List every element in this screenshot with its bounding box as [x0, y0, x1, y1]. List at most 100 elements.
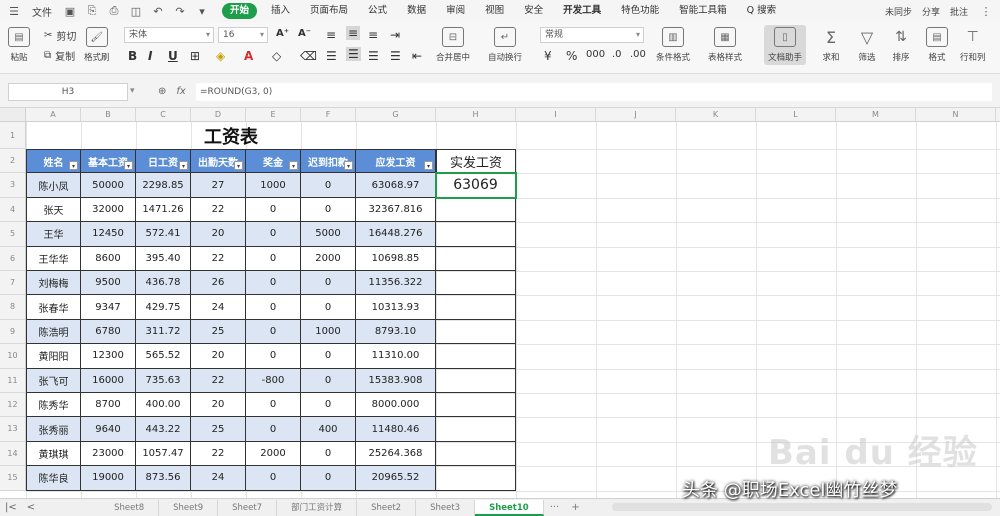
table-cell[interactable]: 12450	[81, 222, 136, 247]
table-cell[interactable]: 0	[301, 271, 356, 296]
table-cell[interactable]: 735.63	[136, 368, 191, 393]
align-bottom-icon[interactable]: ≡	[368, 28, 378, 42]
comments-button[interactable]: 批注	[950, 5, 968, 18]
table-cell[interactable]: 2298.85	[136, 173, 191, 198]
table-cell[interactable]: 0	[301, 368, 356, 393]
font-name-select[interactable]: 宋体	[124, 27, 214, 43]
tab-5[interactable]: 审阅	[436, 0, 475, 22]
table-cell[interactable]: 1000	[246, 173, 301, 198]
tab-2[interactable]: 页面布局	[300, 0, 358, 22]
column-header[interactable]: I	[516, 108, 596, 122]
table-cell[interactable]: 873.56	[136, 466, 191, 491]
table-cell[interactable]: 8600	[81, 246, 136, 271]
cut-button[interactable]: ✂ 剪切	[44, 28, 76, 43]
row-header[interactable]: 5	[0, 222, 26, 247]
decrease-font-icon[interactable]: A⁻	[298, 28, 311, 39]
row-header[interactable]: 11	[0, 368, 26, 393]
table-cell[interactable]: 400	[301, 417, 356, 442]
sheet-tab-0[interactable]: Sheet8	[100, 499, 160, 516]
table-cell[interactable]: 陈小凤	[26, 173, 81, 198]
sheet-tab-4[interactable]: Sheet2	[357, 499, 417, 516]
table-cell[interactable]: 刘梅梅	[26, 271, 81, 296]
sheet-tab-6[interactable]: Sheet10	[475, 499, 544, 516]
net-pay-cell[interactable]	[436, 271, 516, 296]
table-cell[interactable]: 0	[246, 466, 301, 491]
row-header[interactable]: 9	[0, 319, 26, 345]
more-icon[interactable]: ⋮	[978, 3, 994, 19]
net-pay-cell[interactable]	[436, 441, 516, 467]
table-cell[interactable]: 32000	[81, 197, 136, 223]
table-cell[interactable]: 32367.816	[356, 197, 436, 223]
net-pay-cell[interactable]	[436, 368, 516, 393]
export-icon[interactable]: ⎘	[84, 3, 100, 19]
column-header[interactable]: N	[916, 108, 996, 122]
preview-icon[interactable]: ◫	[128, 3, 144, 19]
filter-dropdown-icon[interactable]: ▾	[179, 161, 188, 171]
table-cell[interactable]: 1057.47	[136, 441, 191, 467]
table-cell[interactable]: 19000	[81, 466, 136, 491]
currency-icon[interactable]: ¥	[544, 49, 552, 63]
undo-icon[interactable]: ↶	[150, 3, 166, 19]
align-top-icon[interactable]: ≡	[326, 28, 336, 42]
table-cell[interactable]: 436.78	[136, 271, 191, 296]
table-cell[interactable]: 9500	[81, 271, 136, 296]
prev-sheet-icon[interactable]: <	[22, 502, 40, 513]
sheet-tab-1[interactable]: Sheet9	[159, 499, 219, 516]
row-header[interactable]: 13	[0, 417, 26, 442]
outdent-icon[interactable]: ⇤	[412, 49, 422, 63]
table-cell[interactable]: 张春华	[26, 295, 81, 320]
sheet-tab-2[interactable]: Sheet7	[218, 499, 278, 516]
table-cell[interactable]: -800	[246, 368, 301, 393]
table-cell[interactable]: 9347	[81, 295, 136, 320]
save-icon[interactable]: ▣	[62, 3, 78, 19]
row-header[interactable]: 7	[0, 271, 26, 296]
print-icon[interactable]: ⎙	[106, 3, 122, 19]
table-cell[interactable]: 23000	[81, 441, 136, 467]
row-header[interactable]: 8	[0, 295, 26, 320]
sort-button[interactable]: ⇅ 排序	[890, 27, 912, 63]
filter-dropdown-icon[interactable]: ▾	[124, 161, 133, 171]
row-header[interactable]: 15	[0, 466, 26, 491]
table-cell[interactable]: 15383.908	[356, 368, 436, 393]
add-sheet-icon[interactable]: +	[565, 502, 585, 513]
wrap-text-button[interactable]: ↵ 自动换行	[488, 27, 522, 63]
table-cell[interactable]: 1471.26	[136, 197, 191, 223]
filter-dropdown-icon[interactable]: ▾	[69, 161, 78, 171]
table-cell[interactable]: 0	[301, 197, 356, 223]
table-cell[interactable]: 10698.85	[356, 246, 436, 271]
table-cell[interactable]: 22	[191, 197, 246, 223]
table-cell[interactable]: 0	[246, 295, 301, 320]
table-cell[interactable]: 张天	[26, 197, 81, 223]
net-pay-cell[interactable]	[436, 295, 516, 320]
chevron-down-icon[interactable]: ▾	[130, 86, 135, 96]
table-cell[interactable]: 24	[191, 466, 246, 491]
align-left-icon[interactable]: ☰	[326, 49, 337, 63]
table-cell[interactable]: 443.22	[136, 417, 191, 442]
clear-format-icon[interactable]: ◇	[272, 49, 281, 63]
align-center-icon[interactable]: ☰	[346, 47, 361, 61]
table-cell[interactable]: 0	[246, 319, 301, 345]
column-header[interactable]: H	[436, 108, 516, 122]
table-cell[interactable]: 陈浩明	[26, 319, 81, 345]
tab-8[interactable]: 开发工具	[553, 0, 611, 22]
column-header[interactable]: O	[996, 108, 1000, 122]
fx-icon[interactable]: fx	[176, 86, 185, 97]
table-cell[interactable]: 50000	[81, 173, 136, 198]
table-style-button[interactable]: ▦ 表格样式	[708, 27, 742, 63]
indent-icon[interactable]: ⇥	[390, 28, 400, 42]
conditional-format-button[interactable]: ▥ 条件格式	[656, 27, 690, 63]
more-sheets-icon[interactable]: ···	[544, 502, 566, 513]
net-pay-cell[interactable]	[436, 197, 516, 223]
row-header[interactable]: 6	[0, 246, 26, 271]
redo-icon[interactable]: ↷	[172, 3, 188, 19]
select-all-corner[interactable]	[0, 108, 26, 122]
table-cell[interactable]: 0	[301, 295, 356, 320]
copy-button[interactable]: ⧉ 复制	[44, 48, 75, 63]
table-cell[interactable]: 王华	[26, 222, 81, 247]
table-cell[interactable]: 黄阳阳	[26, 344, 81, 369]
table-cell[interactable]: 6780	[81, 319, 136, 345]
rows-columns-button[interactable]: ⊤ 行和列	[960, 27, 986, 63]
tab-0[interactable]: 开始	[222, 3, 258, 19]
table-cell[interactable]: 400.00	[136, 393, 191, 418]
bold-button[interactable]: B	[128, 49, 137, 63]
